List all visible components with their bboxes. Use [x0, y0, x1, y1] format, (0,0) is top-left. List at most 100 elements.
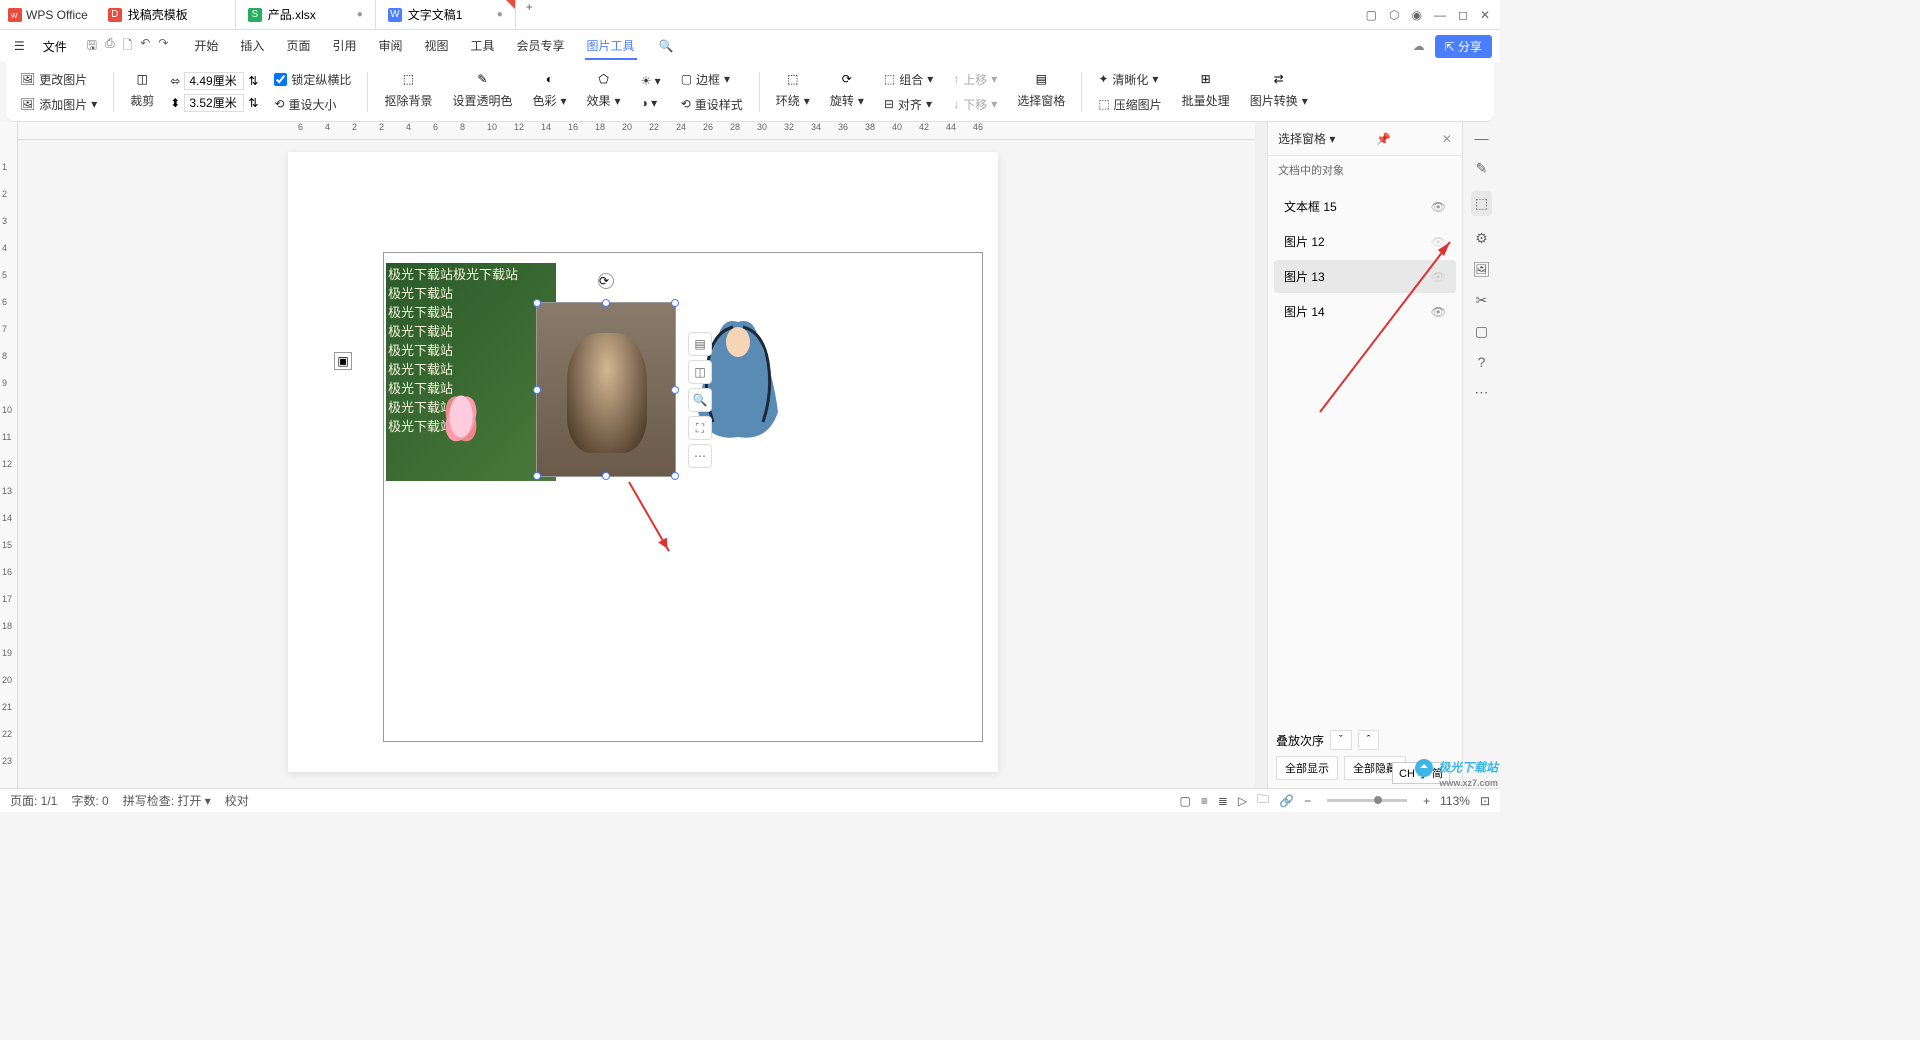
tab-view[interactable]: 视图 [422, 33, 450, 60]
view-mode-icon[interactable]: ▢ [1179, 794, 1190, 808]
object-item-image13[interactable]: 图片 13👁 [1274, 260, 1456, 293]
more-icon[interactable]: ⋯ [1475, 384, 1489, 401]
resize-handle-sw[interactable] [533, 472, 541, 480]
selection-pane-icon[interactable]: ▤ [1013, 72, 1069, 86]
transparency-button[interactable]: 设置透明色 [448, 90, 516, 111]
outline-icon[interactable]: ≡ [1201, 794, 1208, 808]
collapse-icon[interactable]: — [1475, 130, 1489, 146]
reset-size-button[interactable]: ⟲ 重设大小 [270, 94, 355, 115]
align-button[interactable]: ⊟ 对齐 ▾ [880, 94, 937, 115]
resize-handle-ne[interactable] [671, 299, 679, 307]
share-button[interactable]: ⇱ 分享 [1435, 35, 1492, 58]
crop-button[interactable]: 裁剪 [126, 90, 158, 111]
eye-icon[interactable]: 👁 [1431, 305, 1446, 319]
resize-handle-s[interactable] [602, 472, 610, 480]
focus-icon[interactable]: 🗀 [1257, 790, 1269, 811]
tab-page[interactable]: 页面 [284, 33, 312, 60]
effects-icon[interactable]: ⬠ [583, 72, 625, 86]
more-button[interactable]: ⋯ [688, 444, 712, 468]
stepper-icon[interactable]: ⇅ [248, 74, 258, 88]
wrap-icon[interactable]: ⬚ [772, 72, 814, 86]
resize-handle-nw[interactable] [533, 299, 541, 307]
color-icon[interactable]: ◐ [528, 72, 570, 86]
tab-picture-tools[interactable]: 图片工具 [585, 33, 637, 60]
read-icon[interactable]: ▷ [1238, 794, 1247, 808]
tab-start[interactable]: 开始 [192, 33, 220, 60]
close-icon[interactable]: ● [497, 9, 503, 20]
checkbox[interactable] [274, 73, 287, 86]
show-all-button[interactable]: 全部显示 [1276, 756, 1338, 780]
word-count[interactable]: 字数: 0 [71, 792, 108, 809]
tab-xlsx[interactable]: S 产品.xlsx ● [236, 0, 376, 29]
fullscreen-button[interactable]: ⛶ [688, 416, 712, 440]
close-icon[interactable]: ● [357, 9, 363, 20]
rotate-button[interactable]: 旋转▾ [826, 90, 868, 111]
tools-icon[interactable]: ✂ [1476, 292, 1488, 309]
image-lotus[interactable]: 极光下载站极光下载站 极光下载站 极光下载站 极光下载站 极光下载站 极光下载站… [386, 263, 556, 481]
zoom-in-button[interactable]: + [1423, 794, 1430, 808]
object-item-textbox[interactable]: 文本框 15👁 [1274, 190, 1456, 223]
close-icon[interactable]: ✕ [1442, 132, 1452, 146]
page-info[interactable]: 页面: 1/1 [10, 792, 57, 809]
file-menu[interactable]: 文件 [35, 34, 75, 59]
resize-handle-w[interactable] [533, 386, 541, 394]
cloud-icon[interactable]: ☁ [1413, 39, 1425, 53]
image-icon[interactable]: 🖼 [1473, 261, 1491, 278]
zoom-level[interactable]: 113% [1440, 794, 1470, 808]
crop-icon[interactable]: ◫ [126, 72, 158, 86]
settings-icon[interactable]: ⚙ [1475, 230, 1488, 247]
tab-insert[interactable]: 插入 [238, 33, 266, 60]
eye-icon[interactable]: 👁 [1431, 235, 1446, 249]
clarity-button[interactable]: ✦ 清晰化 ▾ [1094, 69, 1165, 90]
move-down-btn[interactable]: ˆ [1358, 730, 1380, 750]
transparency-icon[interactable]: ✎ [448, 72, 516, 86]
resize-handle-e[interactable] [671, 386, 679, 394]
brightness-button[interactable]: ☀ ▾ [637, 72, 665, 90]
minimize-button[interactable]: — [1434, 8, 1446, 22]
object-item-image12[interactable]: 图片 12👁 [1274, 225, 1456, 258]
resize-handle-n[interactable] [602, 299, 610, 307]
image-portrait-selected[interactable]: ⟳ [536, 302, 676, 477]
batch-icon[interactable]: ⊞ [1178, 72, 1234, 86]
color-button[interactable]: 色彩▾ [528, 90, 570, 111]
hamburger-icon[interactable]: ☰ [8, 35, 31, 57]
remove-bg-icon[interactable]: ⬚ [380, 72, 436, 86]
selection-pane-button[interactable]: 选择窗格 [1013, 90, 1069, 111]
object-item-image14[interactable]: 图片 14👁 [1274, 295, 1456, 328]
convert-button[interactable]: 图片转换▾ [1246, 90, 1312, 111]
print-icon[interactable]: ⎙ [105, 36, 115, 57]
link-icon[interactable]: 🔗 [1279, 794, 1294, 808]
redo-icon[interactable]: ↷ [158, 36, 168, 57]
zoom-button[interactable]: 🔍 [688, 388, 712, 412]
page-icon[interactable]: ▢ [1475, 323, 1488, 340]
resize-handle-se[interactable] [671, 472, 679, 480]
add-picture-button[interactable]: 🖼 添加图片 ▾ [16, 94, 101, 115]
remove-bg-button[interactable]: 抠除背景 [380, 90, 436, 111]
reset-style-button[interactable]: ⟲ 重设样式 [677, 94, 747, 115]
tab-tools[interactable]: 工具 [469, 33, 497, 60]
contrast-button[interactable]: ◑ ▾ [637, 94, 665, 112]
move-up-btn[interactable]: ˇ [1330, 730, 1352, 750]
lock-ratio-checkbox[interactable]: 锁定纵横比 [270, 69, 355, 90]
pin-icon[interactable]: 📌 [1376, 132, 1391, 146]
search-icon[interactable]: 🔍 [659, 39, 674, 53]
help-icon[interactable]: ? [1478, 354, 1486, 370]
crop-button[interactable]: ◫ [688, 360, 712, 384]
convert-icon[interactable]: ⇄ [1246, 72, 1312, 86]
width-input[interactable] [184, 72, 244, 90]
rotate-icon[interactable]: ⟳ [826, 72, 868, 86]
layout-options-button[interactable]: ▤ [688, 332, 712, 356]
tab-vip[interactable]: 会员专享 [515, 33, 567, 60]
undo-icon[interactable]: ↶ [140, 36, 150, 57]
effects-button[interactable]: 效果▾ [583, 90, 625, 111]
change-picture-button[interactable]: 🖼 更改图片 [16, 69, 101, 90]
height-input[interactable] [184, 94, 244, 112]
edit-icon[interactable]: ✎ [1476, 160, 1488, 177]
avatar-icon[interactable]: ◉ [1411, 8, 1421, 22]
select-icon[interactable]: ⬚ [1471, 191, 1492, 216]
border-button[interactable]: ▢ 边框 ▾ [677, 69, 747, 90]
zoom-out-button[interactable]: − [1304, 794, 1311, 808]
web-icon[interactable]: ≣ [1218, 794, 1228, 808]
fit-icon[interactable]: ⊡ [1480, 794, 1490, 808]
app-box-icon[interactable]: ▢ [1366, 8, 1377, 22]
